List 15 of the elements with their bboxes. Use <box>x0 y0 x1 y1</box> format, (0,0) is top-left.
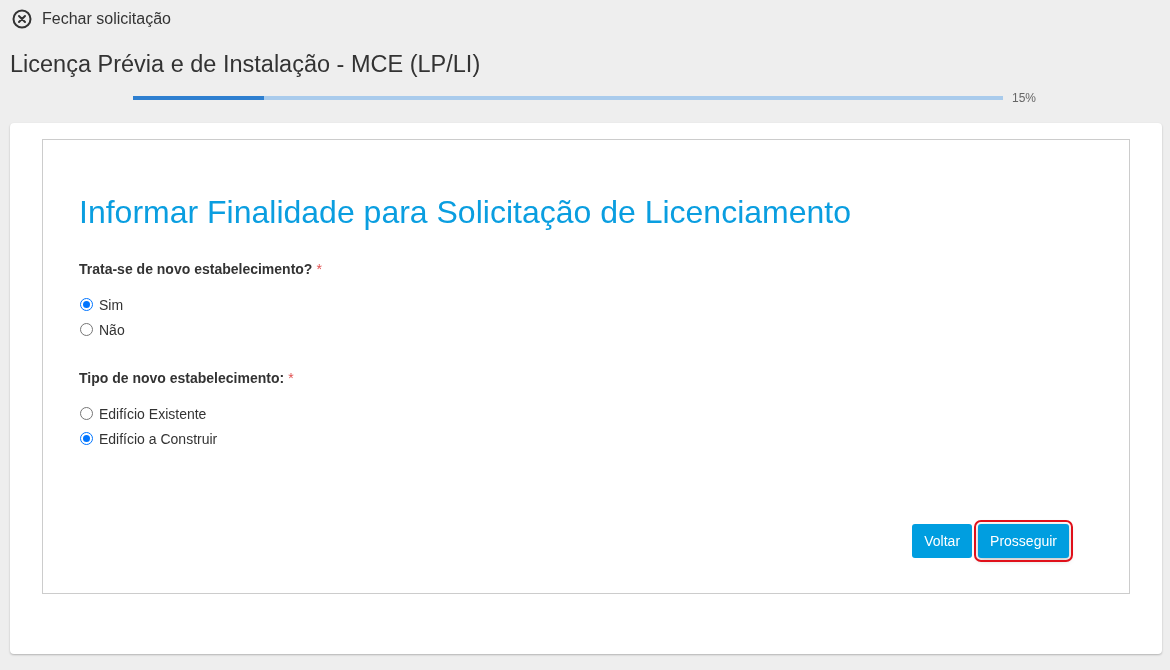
form-heading: Informar Finalidade para Solicitação de Licenciamento <box>79 193 851 231</box>
radio-button[interactable] <box>80 407 93 420</box>
radio-button[interactable] <box>80 432 93 445</box>
close-request-link[interactable]: Fechar solicitação <box>42 10 171 28</box>
option-label[interactable]: Não <box>99 321 125 338</box>
question-label: Tipo de novo estabelecimento: * <box>79 370 294 386</box>
option-label[interactable]: Edifício a Construir <box>99 430 218 447</box>
page-title: Licença Prévia e de Instalação - MCE (LP/LI) <box>10 50 481 78</box>
option-label[interactable]: Edifício Existente <box>99 405 207 422</box>
radio-button[interactable] <box>80 323 93 336</box>
close-icon[interactable] <box>12 9 32 29</box>
question-label: Trata-se de novo estabelecimento? * <box>79 261 322 277</box>
radio-button[interactable] <box>80 298 93 311</box>
option-label[interactable]: Sim <box>99 296 124 313</box>
progress-percentage: 15% <box>1012 91 1037 105</box>
